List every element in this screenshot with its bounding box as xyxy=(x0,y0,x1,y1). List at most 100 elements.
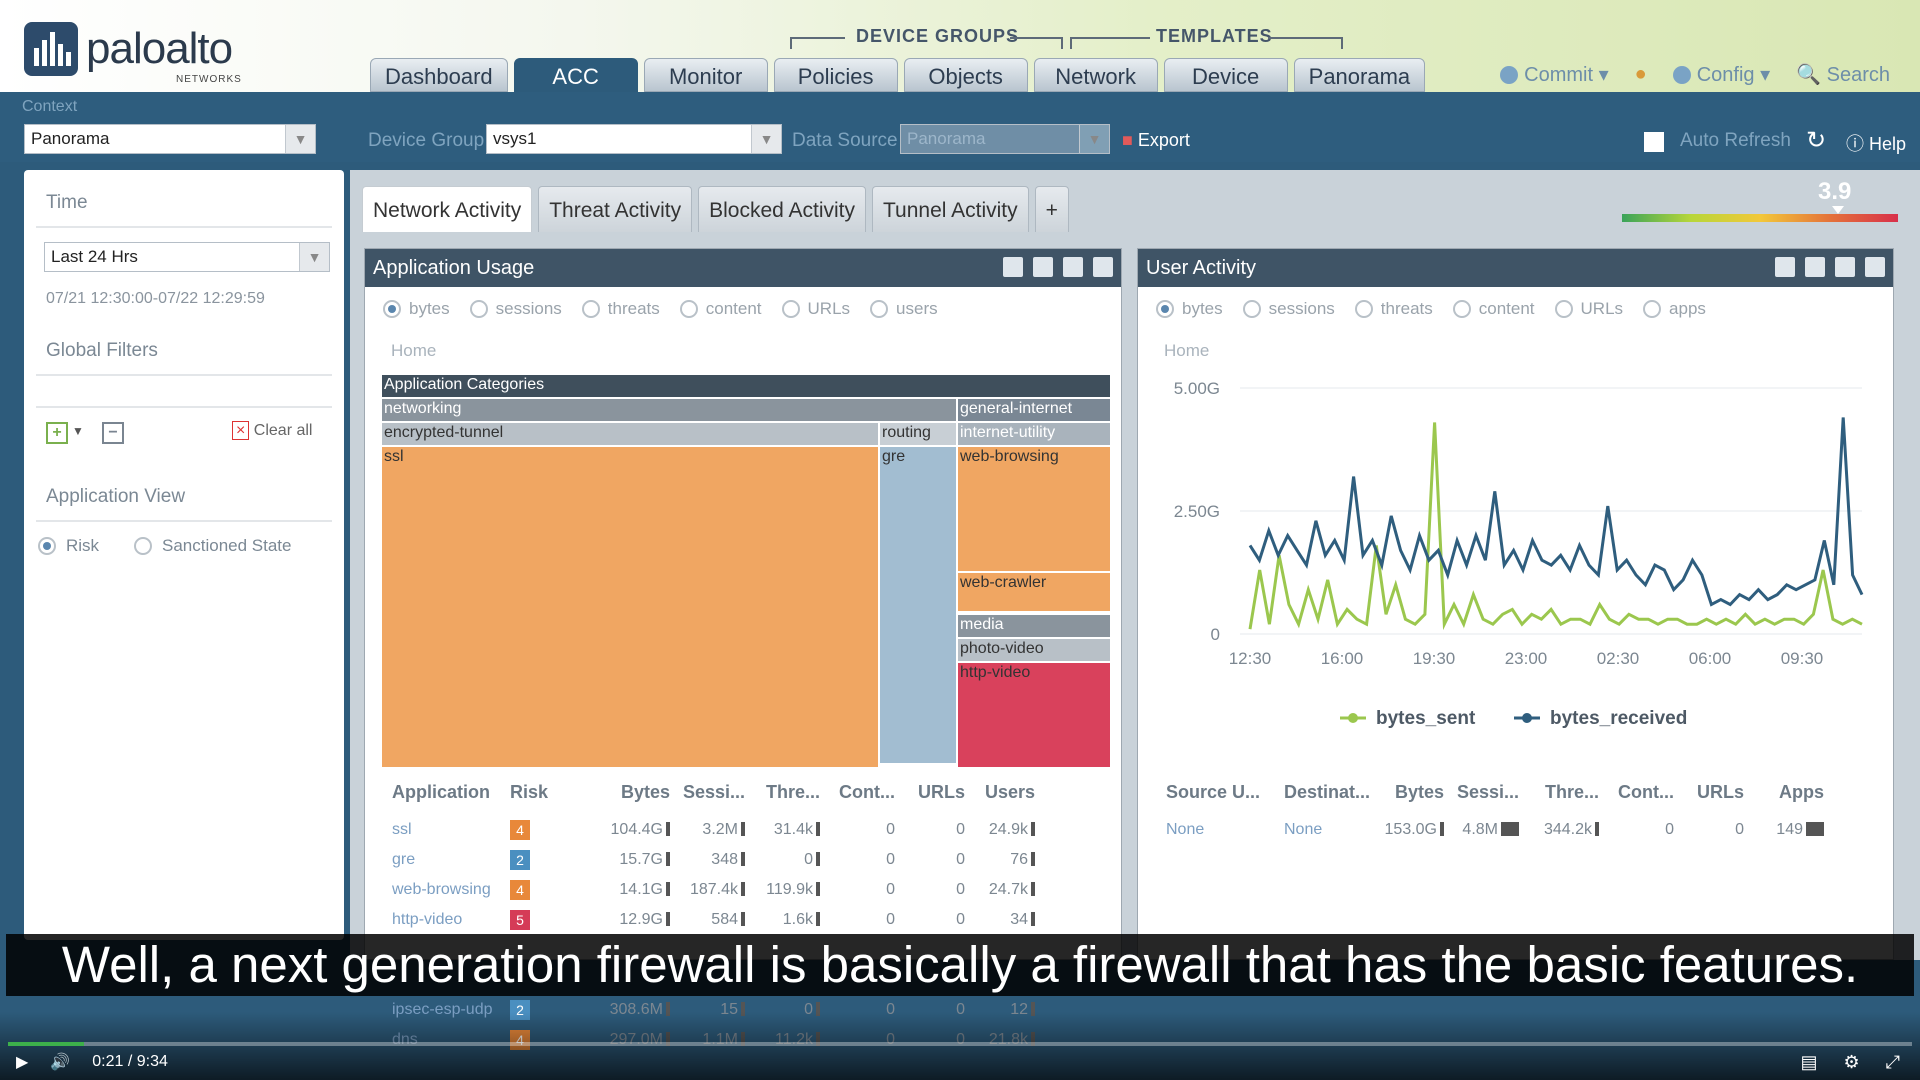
risk-radio[interactable]: Risk xyxy=(38,536,99,556)
treemap-media[interactable]: media xyxy=(958,615,1110,637)
subtab-threat-activity[interactable]: Threat Activity xyxy=(538,186,693,232)
column-header[interactable]: Users xyxy=(965,782,1035,803)
expand-icon[interactable] xyxy=(1003,257,1023,277)
captions-icon[interactable]: ▤ xyxy=(1800,1052,1817,1073)
treemap-photo-video[interactable]: photo-video xyxy=(958,639,1110,661)
column-header[interactable]: URLs xyxy=(895,782,965,803)
breadcrumb-home[interactable]: Home xyxy=(391,341,436,361)
column-header[interactable]: Destinat... xyxy=(1284,782,1374,803)
radio-users[interactable]: users xyxy=(870,299,938,319)
user-activity-row[interactable]: None None 153.0G 4.8M 344.2k 0 0 149 xyxy=(1166,816,1824,844)
auto-refresh-checkbox[interactable] xyxy=(1644,132,1664,152)
column-header[interactable]: Cont... xyxy=(1599,782,1674,803)
column-header[interactable]: Source U... xyxy=(1166,782,1284,803)
sanctioned-radio[interactable]: Sanctioned State xyxy=(134,536,291,556)
export-button[interactable]: ■ Export xyxy=(1122,130,1190,151)
radio-urls[interactable]: URLs xyxy=(781,299,850,319)
treemap-web-browsing[interactable]: web-browsing xyxy=(958,447,1110,571)
treemap-routing[interactable]: routing xyxy=(880,423,956,445)
volume-icon[interactable]: 🔊 xyxy=(50,1052,70,1072)
add-filter-icon[interactable]: + xyxy=(46,422,68,444)
commit-button[interactable]: Commit ▾ xyxy=(1500,62,1609,87)
time-select[interactable]: Last 24 Hrs ▼ xyxy=(44,242,330,272)
subtab-network-activity[interactable]: Network Activity xyxy=(362,186,533,232)
table-row[interactable]: http-video 5 12.9G 584 1.6k 0 0 34 xyxy=(392,906,1035,934)
settings-gear-icon[interactable]: ⚙ xyxy=(1843,1052,1859,1073)
app-name-link[interactable]: web-browsing xyxy=(392,881,510,899)
treemap-internet-utility[interactable]: internet-utility xyxy=(958,423,1110,445)
filter-icon[interactable] xyxy=(1805,257,1825,277)
column-header[interactable]: Cont... xyxy=(820,782,895,803)
radio-threats[interactable]: threats xyxy=(1354,299,1433,319)
config-button[interactable]: Config ▾ xyxy=(1672,62,1770,87)
radio-sessions[interactable]: sessions xyxy=(469,299,562,319)
treemap-general-internet[interactable]: general-internet xyxy=(958,399,1110,421)
add-filter-dropdown-icon[interactable]: ▼ xyxy=(72,424,84,438)
tab-acc[interactable]: ACC xyxy=(513,58,638,92)
treemap-ssl[interactable]: ssl xyxy=(382,447,878,767)
search-button[interactable]: 🔍 Search xyxy=(1796,62,1890,87)
column-header[interactable]: Apps xyxy=(1744,782,1824,803)
treemap-http-video[interactable]: http-video xyxy=(958,663,1110,767)
context-select[interactable]: Panorama ▼ xyxy=(24,124,316,154)
app-name-link[interactable]: gre xyxy=(392,851,510,869)
column-header[interactable]: Application xyxy=(392,782,510,803)
tab-dashboard[interactable]: Dashboard xyxy=(370,58,508,92)
app-name-link[interactable]: ssl xyxy=(392,821,510,839)
treemap-networking[interactable]: networking xyxy=(382,399,956,421)
column-header[interactable]: Risk xyxy=(510,782,580,803)
fullscreen-icon[interactable]: ⤢ xyxy=(1886,1052,1900,1073)
threats-cell: 31.4k xyxy=(745,821,820,839)
radio-bytes[interactable]: bytes xyxy=(1156,299,1223,319)
tab-monitor[interactable]: Monitor xyxy=(643,58,768,92)
dest-cell[interactable]: None xyxy=(1284,821,1374,839)
app-name-link[interactable]: http-video xyxy=(392,911,510,929)
column-header[interactable]: Sessi... xyxy=(670,782,745,803)
source-cell[interactable]: None xyxy=(1166,821,1284,839)
help-button[interactable]: ⓘ Help xyxy=(1846,130,1906,156)
radio-threats[interactable]: threats xyxy=(581,299,660,319)
radio-sessions[interactable]: sessions xyxy=(1242,299,1335,319)
radio-content[interactable]: content xyxy=(679,299,762,319)
treemap-encrypted-tunnel[interactable]: encrypted-tunnel xyxy=(382,423,878,445)
table-row[interactable]: ssl 4 104.4G 3.2M 31.4k 0 0 24.9k xyxy=(392,816,1035,844)
radio-content[interactable]: content xyxy=(1452,299,1535,319)
subtab-tunnel-activity[interactable]: Tunnel Activity xyxy=(872,186,1029,232)
column-header[interactable]: URLs xyxy=(1674,782,1744,803)
treemap-web-crawler[interactable]: web-crawler xyxy=(958,573,1110,611)
lock-icon[interactable]: ● xyxy=(1635,63,1647,86)
column-header[interactable]: Bytes xyxy=(580,782,670,803)
clear-all-button[interactable]: × Clear all xyxy=(232,421,312,440)
play-icon[interactable]: ▶ xyxy=(16,1052,28,1072)
device-group-select[interactable]: vsys1 ▼ xyxy=(486,124,782,154)
radio-urls[interactable]: URLs xyxy=(1554,299,1623,319)
remove-filter-icon[interactable]: − xyxy=(102,422,124,444)
tab-panorama[interactable]: Panorama xyxy=(1293,58,1426,92)
edit-icon[interactable] xyxy=(1093,257,1113,277)
treemap-gre[interactable]: gre xyxy=(880,447,956,763)
subtab-blocked-activity[interactable]: Blocked Activity xyxy=(698,186,866,232)
tab-network[interactable]: Network xyxy=(1033,58,1158,92)
radio-apps[interactable]: apps xyxy=(1643,299,1706,319)
column-header[interactable]: Thre... xyxy=(745,782,820,803)
legend-label[interactable]: bytes_sent xyxy=(1376,708,1476,729)
progress-bar[interactable] xyxy=(8,1042,1912,1046)
table-row[interactable]: gre 2 15.7G 348 0 0 0 76 xyxy=(392,846,1035,874)
column-header[interactable]: Bytes xyxy=(1374,782,1444,803)
refresh-icon[interactable]: ↻ xyxy=(1806,126,1826,155)
table-row[interactable]: web-browsing 4 14.1G 187.4k 119.9k 0 0 24.7k xyxy=(392,876,1035,904)
tab-policies[interactable]: Policies xyxy=(773,58,898,92)
expand-icon[interactable] xyxy=(1775,257,1795,277)
breadcrumb-home[interactable]: Home xyxy=(1164,341,1209,361)
column-header[interactable]: Thre... xyxy=(1519,782,1599,803)
table-icon[interactable] xyxy=(1063,257,1083,277)
table-icon[interactable] xyxy=(1835,257,1855,277)
tab-objects[interactable]: Objects xyxy=(903,58,1028,92)
column-header[interactable]: Sessi... xyxy=(1444,782,1519,803)
add-tab-button[interactable]: + xyxy=(1034,186,1069,232)
tab-device[interactable]: Device xyxy=(1163,58,1288,92)
filter-icon[interactable] xyxy=(1033,257,1053,277)
radio-bytes[interactable]: bytes xyxy=(383,299,450,319)
legend-label[interactable]: bytes_received xyxy=(1550,708,1687,729)
edit-icon[interactable] xyxy=(1865,257,1885,277)
